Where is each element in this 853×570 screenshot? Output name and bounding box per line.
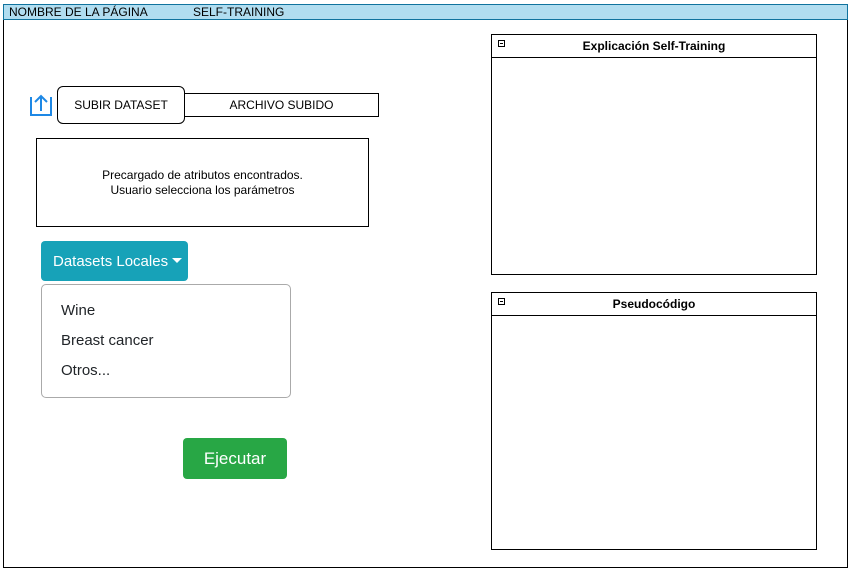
section-title: SELF-TRAINING bbox=[193, 5, 285, 19]
pseudocode-title: Pseudocódigo bbox=[612, 297, 696, 311]
datasets-dropdown-menu: Wine Breast cancer Otros... bbox=[41, 284, 291, 398]
uploaded-file-label: ARCHIVO SUBIDO bbox=[229, 98, 334, 112]
local-datasets-dropdown[interactable]: Datasets Locales bbox=[41, 241, 188, 281]
uploaded-file-field: ARCHIVO SUBIDO bbox=[184, 93, 379, 117]
upload-dataset-button[interactable]: SUBIR DATASET bbox=[57, 86, 185, 124]
attributes-parameters-box: Precargado de atributos encontrados. Usu… bbox=[36, 138, 369, 227]
pseudocode-panel: Pseudocódigo bbox=[491, 292, 817, 550]
run-button[interactable]: Ejecutar bbox=[183, 438, 287, 479]
run-label: Ejecutar bbox=[203, 448, 267, 468]
chevron-down-icon bbox=[172, 258, 182, 263]
upload-icon[interactable] bbox=[29, 93, 53, 117]
local-datasets-label: Datasets Locales bbox=[53, 252, 169, 270]
top-bar: NOMBRE DE LA PÁGINA SELF-TRAINING bbox=[3, 4, 848, 20]
explanation-panel: Explicación Self-Training bbox=[491, 34, 817, 275]
page-name: NOMBRE DE LA PÁGINA bbox=[9, 5, 148, 19]
collapse-icon[interactable] bbox=[498, 40, 505, 47]
params-line-2: Usuario selecciona los parámetros bbox=[110, 182, 295, 197]
explanation-title: Explicación Self-Training bbox=[582, 39, 726, 53]
pseudocode-panel-header: Pseudocódigo bbox=[492, 293, 816, 316]
params-line-1: Precargado de atributos encontrados. bbox=[102, 167, 303, 182]
dataset-option-others[interactable]: Otros... bbox=[61, 362, 110, 379]
upload-dataset-label: SUBIR DATASET bbox=[74, 98, 168, 112]
explanation-panel-header: Explicación Self-Training bbox=[492, 35, 816, 58]
dataset-option-breast-cancer[interactable]: Breast cancer bbox=[61, 332, 154, 349]
dataset-option-wine[interactable]: Wine bbox=[61, 302, 95, 319]
collapse-icon[interactable] bbox=[498, 298, 505, 305]
